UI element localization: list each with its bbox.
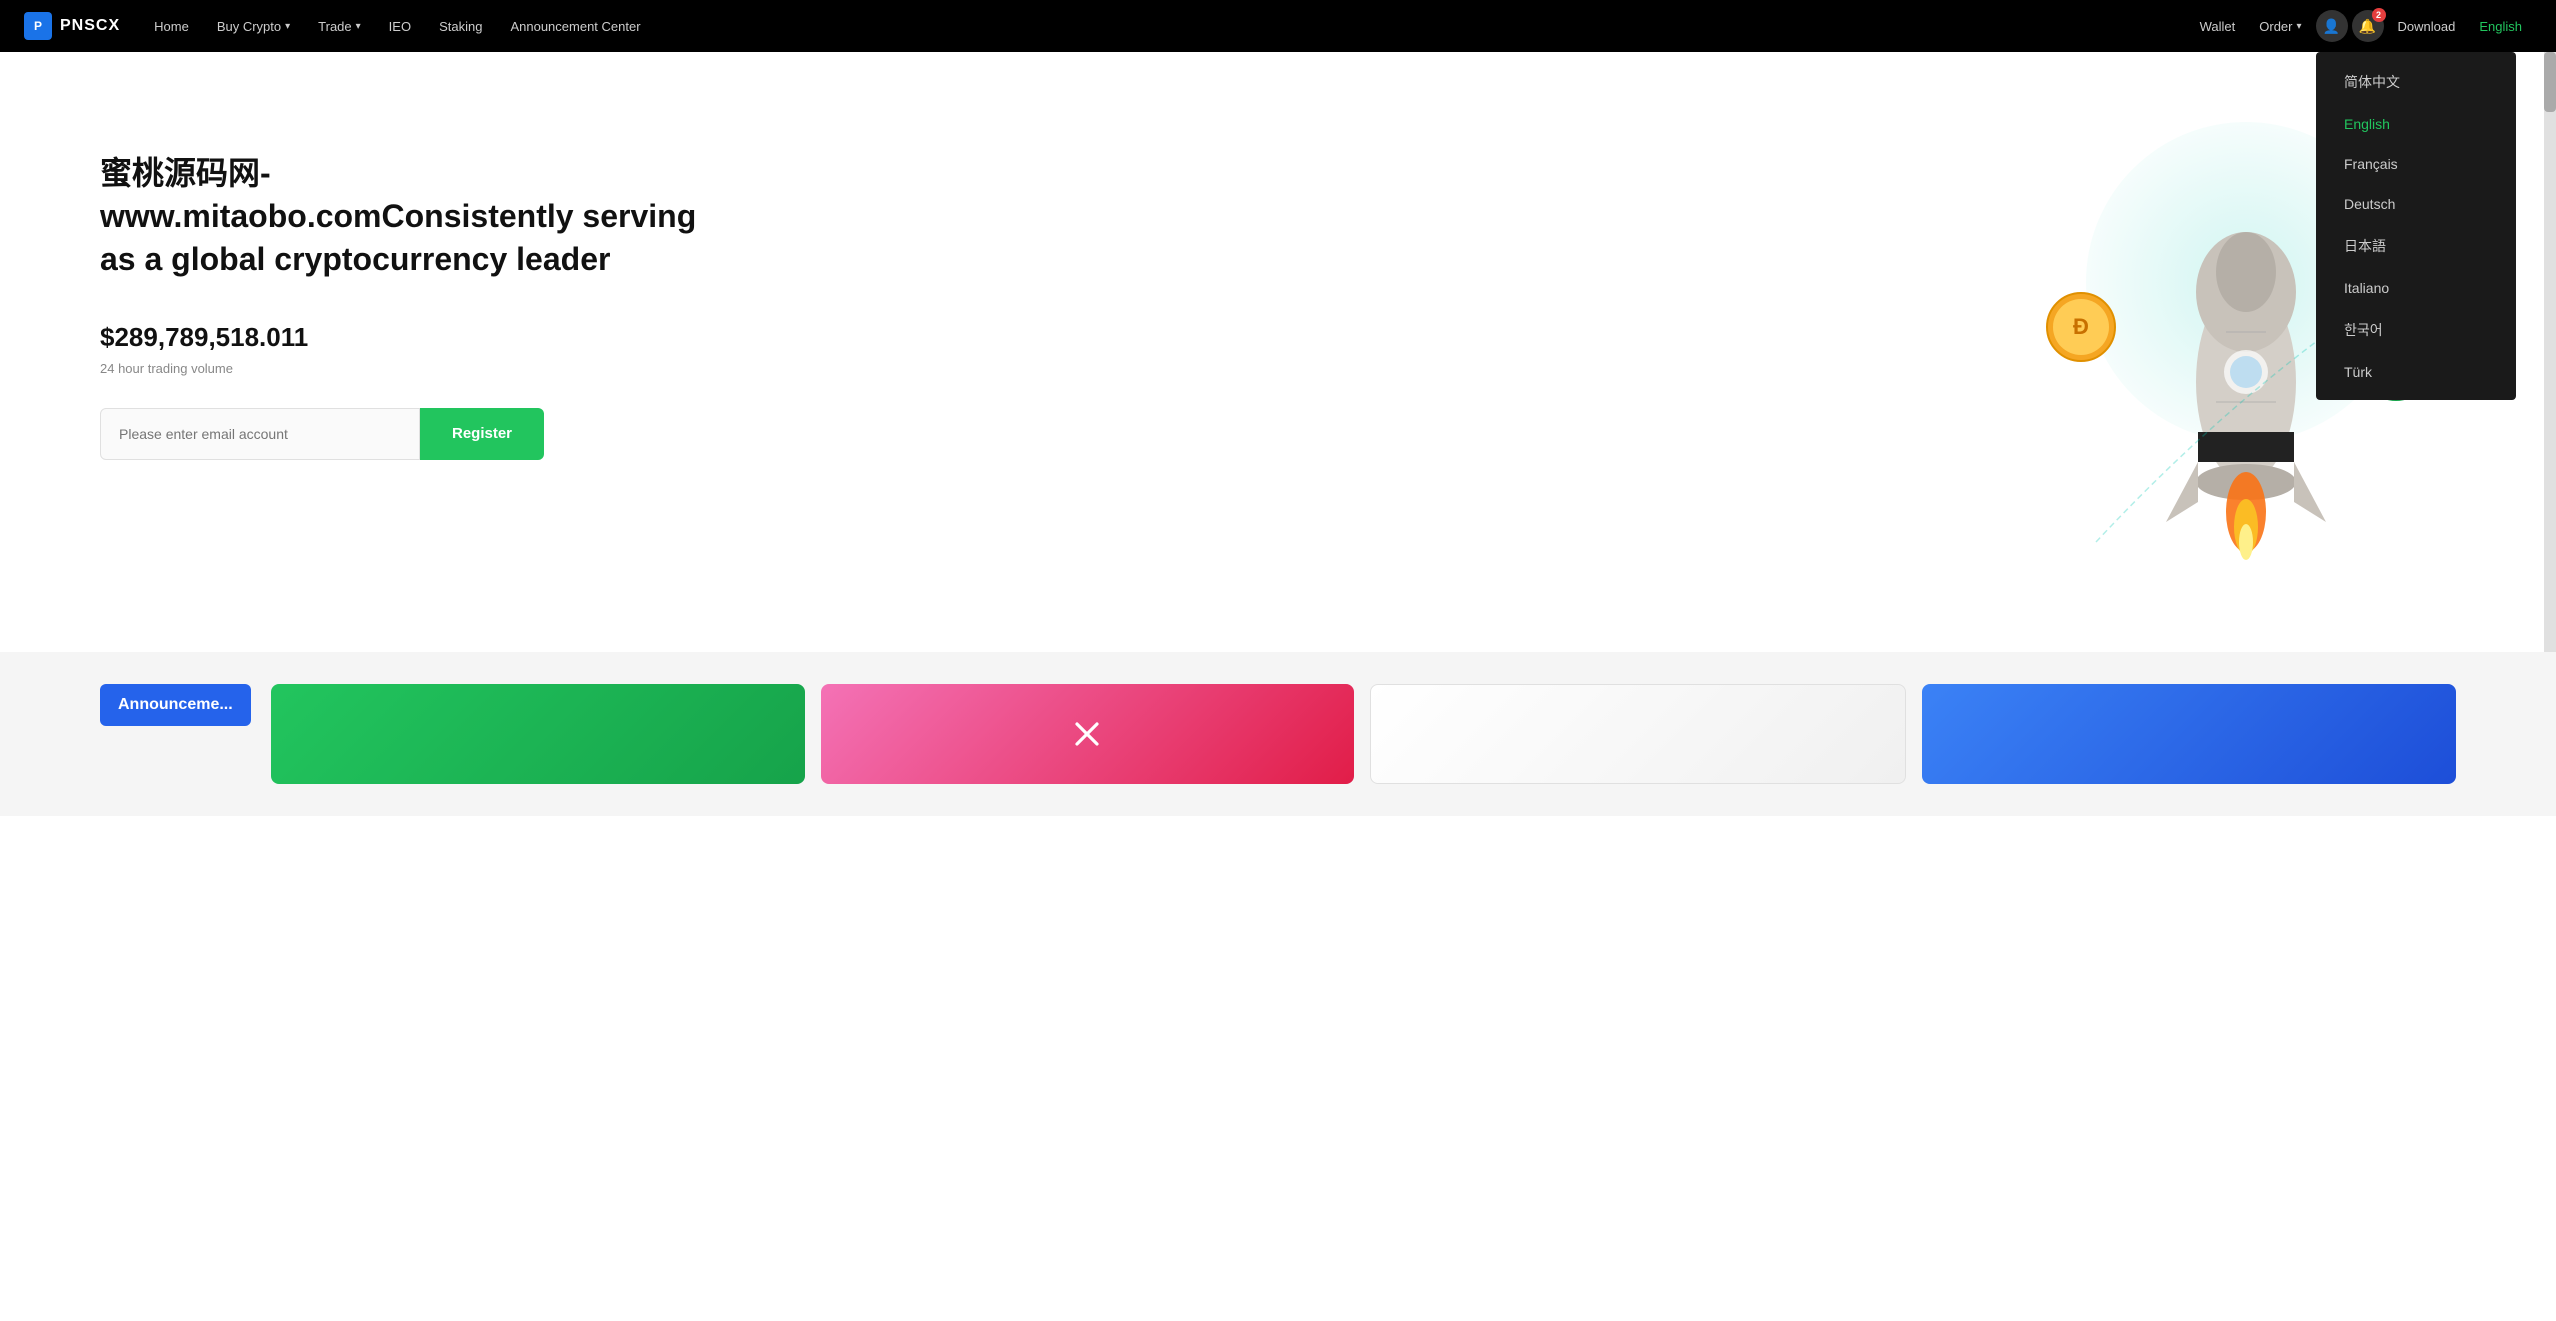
register-button[interactable]: Register (420, 408, 544, 460)
chevron-down-icon: ▾ (285, 21, 290, 32)
bottom-card-3[interactable] (1370, 684, 1906, 784)
logo[interactable]: P PNSCX (24, 12, 120, 40)
nav-ieo[interactable]: IEO (375, 0, 425, 52)
lang-item-en[interactable]: English (2316, 104, 2516, 144)
chevron-down-icon: ▾ (2297, 21, 2302, 32)
nav-announcement[interactable]: Announcement Center (496, 0, 654, 52)
user-icon: 👤 (2323, 18, 2340, 35)
bottom-card-1[interactable] (271, 684, 805, 784)
navbar: P PNSCX Home Buy Crypto ▾ Trade ▾ IEO St… (0, 0, 2556, 52)
hero-register-form: Register (100, 408, 720, 460)
nav-english[interactable]: English (2469, 19, 2532, 34)
hero-title: 蜜桃源码网-www.mitaobo.comConsistently servin… (100, 152, 720, 282)
bottom-card-2[interactable] (821, 684, 1355, 784)
lang-item-ko[interactable]: 한국어 (2316, 308, 2516, 352)
notification-badge: 2 (2372, 8, 2386, 22)
nav-trade[interactable]: Trade ▾ (304, 0, 375, 52)
bottom-card-4[interactable] (1922, 684, 2456, 784)
logo-icon: P (24, 12, 52, 40)
lang-item-fr[interactable]: Français (2316, 144, 2516, 184)
nav-download[interactable]: Download (2388, 0, 2466, 52)
chevron-down-icon: ▾ (356, 21, 361, 32)
hero-section: 蜜桃源码网-www.mitaobo.comConsistently servin… (0, 52, 2556, 652)
nav-wallet[interactable]: Wallet (2190, 0, 2246, 52)
announcement-badge[interactable]: Announceme... (100, 684, 251, 726)
svg-text:Ð: Ð (2073, 314, 2089, 339)
lang-item-ja[interactable]: 日本語 (2316, 224, 2516, 268)
logo-text: PNSCX (60, 17, 120, 35)
user-icon-button[interactable]: 👤 (2316, 10, 2348, 42)
nav-home[interactable]: Home (140, 0, 203, 52)
nav-staking[interactable]: Staking (425, 0, 496, 52)
lang-item-zhcn[interactable]: 简体中文 (2316, 60, 2516, 104)
coin-doge: Ð (2046, 292, 2116, 362)
bottom-section: Announceme... (0, 652, 2556, 816)
hero-volume-label: 24 hour trading volume (100, 361, 720, 376)
nav-links: Home Buy Crypto ▾ Trade ▾ IEO Staking An… (140, 0, 2190, 52)
hero-volume: $289,789,518.011 (100, 322, 720, 353)
hero-content: 蜜桃源码网-www.mitaobo.comConsistently servin… (100, 132, 720, 460)
lang-item-tr[interactable]: Türk (2316, 352, 2516, 392)
nav-right: Wallet Order ▾ 👤 🔔 2 Download English (2190, 0, 2532, 52)
lang-item-it[interactable]: Italiano (2316, 268, 2516, 308)
language-dropdown: 简体中文 English Français Deutsch 日本語 Italia… (2316, 52, 2516, 400)
nav-order[interactable]: Order ▾ (2249, 0, 2311, 52)
nav-buy-crypto[interactable]: Buy Crypto ▾ (203, 0, 304, 52)
email-input[interactable] (100, 408, 420, 460)
notification-button[interactable]: 🔔 2 (2352, 10, 2384, 42)
lang-item-de[interactable]: Deutsch (2316, 184, 2516, 224)
scrollbar[interactable] (2544, 52, 2556, 652)
bottom-cards (271, 684, 2456, 784)
scrollbar-thumb[interactable] (2544, 52, 2556, 112)
